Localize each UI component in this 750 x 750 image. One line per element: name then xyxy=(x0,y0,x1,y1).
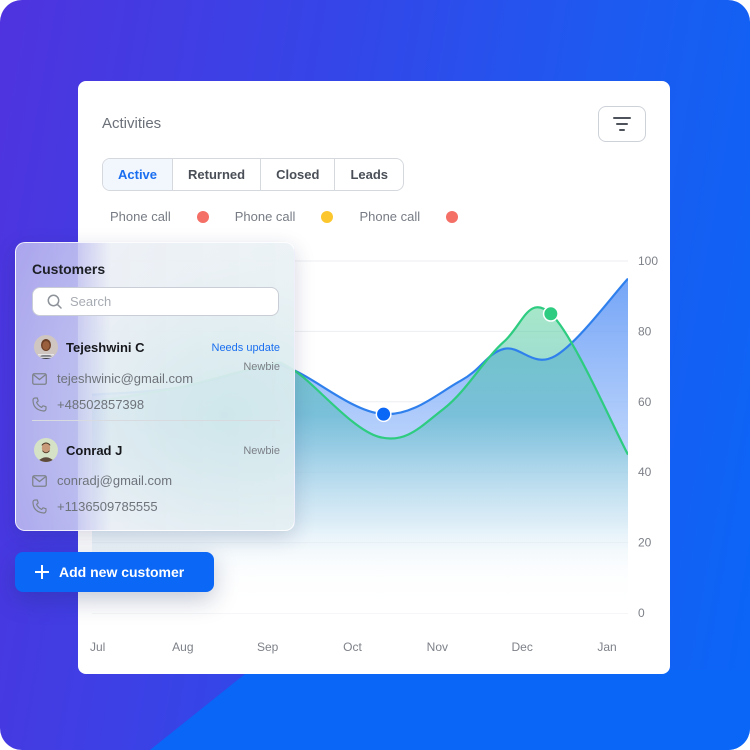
customers-title: Customers xyxy=(32,261,106,277)
customer-phone: +1136509785555 xyxy=(32,499,158,514)
search-icon xyxy=(47,294,62,309)
add-customer-label: Add new customer xyxy=(59,564,185,580)
customer-name: Conrad J xyxy=(66,443,123,458)
customer-phone: +48502857398 xyxy=(32,397,144,412)
mail-icon xyxy=(32,474,47,487)
tag-badge: Newbie xyxy=(243,361,280,373)
x-tick-label: Dec xyxy=(511,640,532,654)
tag-badge: Newbie xyxy=(243,445,280,457)
phone-icon xyxy=(32,397,47,412)
status-badge: Needs update xyxy=(211,342,281,354)
avatar xyxy=(34,438,58,462)
x-tick-label: Sep xyxy=(257,640,279,654)
x-tick-label: Nov xyxy=(427,640,448,654)
mail-icon xyxy=(32,372,47,385)
add-customer-button[interactable]: Add new customer xyxy=(15,552,214,592)
y-tick-label: 20 xyxy=(638,536,652,550)
phone-icon xyxy=(32,499,47,514)
x-tick-label: Jul xyxy=(90,640,105,654)
x-tick-label: Aug xyxy=(172,640,193,654)
avatar xyxy=(34,335,58,359)
customers-card: Customers Tejeshwini C Needs update Newb… xyxy=(15,242,295,531)
y-tick-label: 0 xyxy=(638,606,645,620)
y-tick-label: 80 xyxy=(638,324,652,338)
x-tick-label: Jan xyxy=(597,640,616,654)
search-input[interactable] xyxy=(70,294,270,309)
y-tick-label: 40 xyxy=(638,465,652,479)
search-box[interactable] xyxy=(32,287,279,316)
data-point-marker xyxy=(544,307,558,321)
x-tick-label: Oct xyxy=(343,640,362,654)
divider xyxy=(32,420,280,421)
customer-name: Tejeshwini C xyxy=(66,340,145,355)
data-point-marker xyxy=(377,407,391,421)
customer-email: conradj@gmail.com xyxy=(32,473,172,488)
plus-icon xyxy=(35,565,49,579)
y-tick-label: 60 xyxy=(638,395,652,409)
y-tick-label: 100 xyxy=(638,254,658,268)
customer-email: tejeshwinic@gmail.com xyxy=(32,371,193,386)
